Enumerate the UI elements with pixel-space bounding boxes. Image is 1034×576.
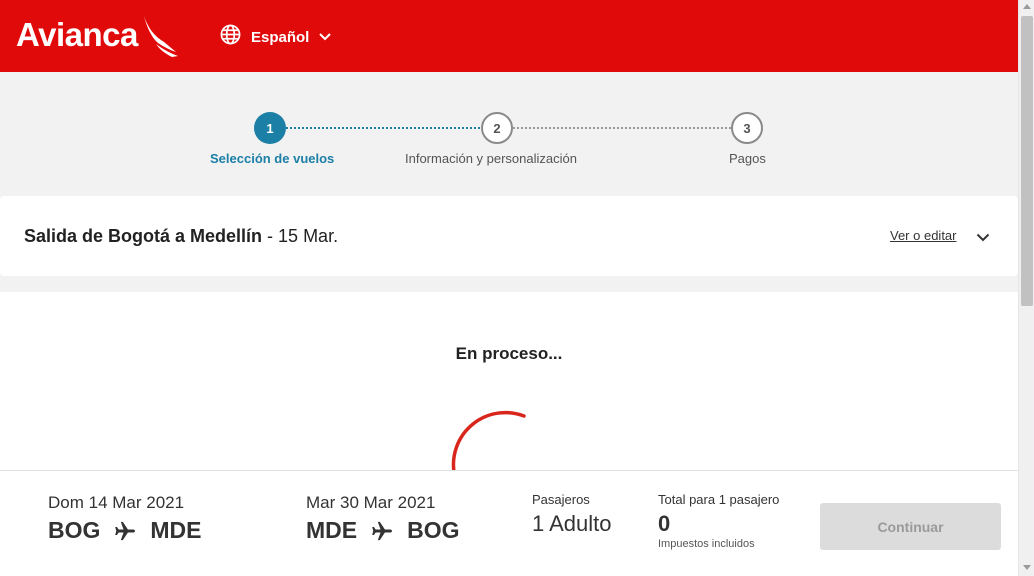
- page-scrollbar[interactable]: [1018, 0, 1034, 576]
- step-3-circle: 3: [731, 112, 763, 144]
- booking-summary-footer: Dom 14 Mar 2021 BOG MDE Mar 30 Mar 2021 …: [0, 470, 1018, 576]
- return-route: MDE BOG: [306, 517, 460, 544]
- scrollbar-thumb[interactable]: [1021, 16, 1033, 306]
- passengers-label: Pasajeros: [532, 492, 590, 507]
- language-selector[interactable]: Español: [220, 24, 332, 50]
- scroll-up-arrow-icon[interactable]: [1023, 4, 1031, 9]
- scroll-down-arrow-icon[interactable]: [1023, 565, 1031, 570]
- processing-panel: En proceso...: [0, 292, 1018, 474]
- avianca-logo[interactable]: Avianca: [16, 14, 180, 63]
- total-price: 0: [658, 511, 671, 536]
- outbound-destination: MDE: [150, 517, 202, 543]
- outbound-route: BOG MDE: [48, 517, 202, 544]
- step-2-circle: 2: [481, 112, 513, 144]
- step-connector-1: [286, 127, 480, 129]
- passengers-value: 1 Adulto: [532, 511, 612, 536]
- step-connector-2: [513, 127, 731, 129]
- flight-route-title: Salida de Bogotá a Medellín: [24, 226, 263, 246]
- globe-icon: [220, 24, 241, 50]
- outbound-origin: BOG: [48, 517, 101, 543]
- continue-button[interactable]: Continuar: [820, 503, 1001, 550]
- processing-text: En proceso...: [455, 344, 563, 363]
- return-origin: MDE: [306, 517, 358, 543]
- chevron-down-icon[interactable]: [976, 229, 990, 247]
- bird-logo-icon: [142, 14, 180, 63]
- chevron-down-icon: [319, 28, 332, 46]
- airplane-icon: [114, 521, 136, 541]
- flight-summary-card: Salida de Bogotá a Medellín - 15 Mar. Ve…: [0, 196, 1018, 276]
- step-1-circle: 1: [254, 112, 286, 144]
- return-destination: BOG: [407, 517, 460, 543]
- booking-stepper: 1 2 3 Selección de vuelos Información y …: [0, 72, 1018, 196]
- flight-title: Salida de Bogotá a Medellín - 15 Mar.: [24, 226, 338, 247]
- taxes-note: Impuestos incluidos: [658, 538, 755, 550]
- brand-name: Avianca: [16, 16, 138, 53]
- top-header: Avianca Español: [0, 0, 1018, 72]
- flight-date: - 15 Mar.: [262, 226, 339, 246]
- view-edit-link[interactable]: Ver o editar: [890, 228, 957, 243]
- step-3-label: Pagos: [729, 151, 766, 166]
- airplane-icon: [371, 521, 393, 541]
- step-1-label: Selección de vuelos: [210, 151, 335, 166]
- return-date: Mar 30 Mar 2021: [306, 493, 436, 512]
- outbound-date: Dom 14 Mar 2021: [48, 493, 185, 512]
- language-label: Español: [251, 28, 310, 46]
- total-label: Total para 1 pasajero: [658, 492, 780, 507]
- step-2-label: Información y personalización: [405, 151, 577, 166]
